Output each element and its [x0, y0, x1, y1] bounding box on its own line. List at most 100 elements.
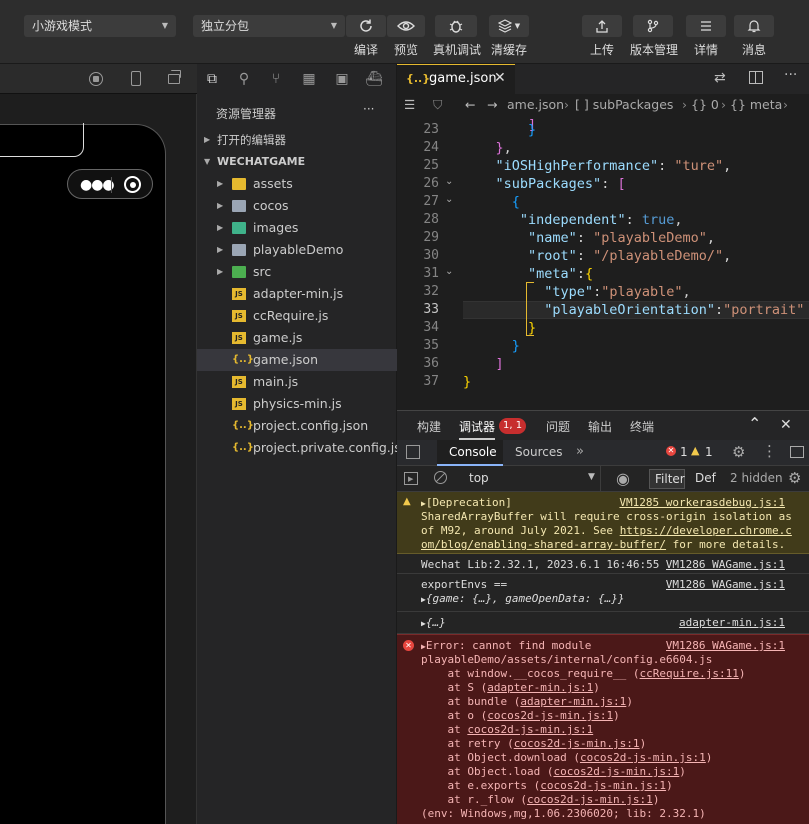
error-source-link[interactable]: VM1286 WAGame.js:1	[666, 639, 785, 653]
stack-frame-link[interactable]: adapter-min.js:1	[520, 695, 626, 708]
context-select[interactable]: top ▼	[461, 466, 601, 492]
tab-problems[interactable]: 问题	[546, 418, 570, 435]
stack-frame-link[interactable]: adapter-min.js:1	[487, 681, 593, 694]
crumb-file[interactable]: ame.json	[507, 94, 564, 116]
fold-icon[interactable]: ⌄	[445, 176, 453, 187]
file-tree-item[interactable]: {..} game.json	[197, 349, 397, 371]
record-icon[interactable]	[89, 72, 103, 86]
stack-frame-link[interactable]: cocos2d-js-min.js:1	[487, 709, 613, 722]
extensions-icon[interactable]: ▦	[294, 64, 324, 94]
search-icon[interactable]: ⚲	[229, 64, 259, 94]
sidebar-toggle-icon[interactable]: ▶	[404, 472, 418, 485]
stack-frame-link[interactable]: cocos2d-js-min.js:1	[580, 751, 706, 764]
stack-frame-link[interactable]: ccRequire.js:11	[640, 667, 739, 680]
crumb-index[interactable]: {} 0	[691, 94, 719, 116]
undock-icon[interactable]	[790, 446, 804, 458]
version-button[interactable]	[633, 15, 673, 37]
close-target-icon[interactable]	[124, 176, 141, 193]
env-object[interactable]: {game: {…}, gameOpenData: {…}}	[426, 592, 625, 605]
stack-frame-link[interactable]: cocos2d-js-min.js:1	[553, 765, 679, 778]
capsule-menu[interactable]: ●●●	[67, 169, 153, 199]
tab-console[interactable]: Console	[437, 440, 503, 466]
file-tree-item[interactable]: {..} project.private.config.js...	[197, 437, 397, 459]
inspect-icon[interactable]	[406, 445, 420, 459]
tab-build[interactable]: 构建	[417, 418, 441, 435]
object-preview[interactable]: {…}	[426, 616, 446, 629]
console-log-message[interactable]: ▶{…} adapter-min.js:1	[397, 612, 809, 634]
console-log-message[interactable]: Wechat Lib:2.32.1, 2023.6.1 16:46:55 VM1…	[397, 554, 809, 574]
settings-icon[interactable]: ⚙	[732, 443, 745, 461]
file-tree-item[interactable]: JS main.js	[197, 371, 397, 393]
chevron-up-icon[interactable]: ⌃	[748, 414, 761, 433]
crumb-meta[interactable]: {} meta	[730, 94, 782, 116]
kebab-icon[interactable]: ⋮	[762, 442, 777, 460]
warning-count[interactable]: 1	[705, 445, 713, 459]
storage-icon[interactable]: ▣	[327, 64, 357, 94]
deprecation-source-link[interactable]: VM1285 workerasdebug.js:1	[619, 496, 785, 510]
stack-frame-link[interactable]: cocos2d-js-min.js:1	[540, 779, 666, 792]
tab-output[interactable]: 输出	[588, 418, 612, 435]
env-source-link[interactable]: VM1286 WAGame.js:1	[666, 578, 785, 592]
file-tree-item[interactable]: {..} project.config.json	[197, 415, 397, 437]
console-log-message[interactable]: exportEnvs == VM1286 WAGame.js:1 ▶{game:…	[397, 574, 809, 612]
tab-terminal[interactable]: 终端	[630, 418, 654, 435]
subpackage-select[interactable]: 独立分包 ▼	[193, 15, 345, 37]
level-select[interactable]: Def	[695, 471, 716, 485]
stack-frame-link[interactable]: cocos2d-js-min.js:1	[467, 723, 593, 736]
stack-frame-link[interactable]: cocos2d-js-min.js:1	[527, 793, 653, 806]
close-panel-icon[interactable]: ✕	[780, 417, 792, 433]
deprecation-url-link-cont[interactable]: om/blog/enabling-shared-array-buffer/	[421, 538, 666, 551]
file-tree-item[interactable]: JS physics-min.js	[197, 393, 397, 415]
details-button[interactable]	[686, 15, 726, 37]
phone-icon[interactable]	[131, 71, 141, 86]
messages-button[interactable]	[734, 15, 774, 37]
crumb-subpackages[interactable]: [ ] subPackages	[575, 94, 673, 116]
eye-icon[interactable]: ◉	[616, 469, 630, 488]
files-icon[interactable]: ⧉	[197, 64, 227, 94]
deprecation-url-link[interactable]: https://developer.chrome.c	[620, 524, 792, 537]
window-icon[interactable]	[168, 70, 181, 84]
filter-input[interactable]: Filter	[649, 469, 685, 489]
stack-frame-link[interactable]: cocos2d-js-min.js:1	[514, 737, 640, 750]
compile-button[interactable]	[346, 15, 386, 37]
compare-icon[interactable]: ⇄	[714, 70, 726, 86]
upload-button[interactable]	[582, 15, 622, 37]
file-tree-item[interactable]: ▶ assets	[197, 173, 397, 195]
fold-icon[interactable]: ⌄	[445, 266, 453, 277]
file-tree-item[interactable]: ▶ playableDemo	[197, 239, 397, 261]
close-icon[interactable]: ✕	[494, 70, 506, 86]
more-icon[interactable]: ···	[363, 102, 374, 116]
clear-cache-button[interactable]: ▼	[489, 15, 529, 37]
file-tree-item[interactable]: ▶ images	[197, 217, 397, 239]
phone-screen[interactable]: ●●●	[0, 123, 166, 824]
preview-button[interactable]	[387, 15, 425, 37]
bookmark-icon[interactable]: ⛉	[433, 94, 442, 116]
docker-icon[interactable]: ⛴	[359, 64, 389, 94]
error-count[interactable]: 1	[680, 445, 688, 459]
console-warning-message[interactable]: ▲ ▶[Deprecation] VM1285 workerasdebug.js…	[397, 492, 809, 554]
lib-source-link[interactable]: VM1286 WAGame.js:1	[666, 558, 785, 572]
console-error-message[interactable]: ✕ ▶Error: cannot find module VM1286 WAGa…	[397, 634, 809, 824]
tab-game-json[interactable]: {..} game.json ✕	[397, 64, 515, 94]
list-icon[interactable]: ☰	[404, 94, 415, 116]
file-tree-item[interactable]: JS game.js	[197, 327, 397, 349]
clear-console-icon[interactable]	[434, 471, 447, 484]
more-actions-icon[interactable]: ···	[784, 67, 797, 83]
mode-select[interactable]: 小游戏模式 ▼	[24, 15, 176, 37]
file-tree-item[interactable]: JS adapter-min.js	[197, 283, 397, 305]
file-tree-item[interactable]: ▶ src	[197, 261, 397, 283]
open-editors-section[interactable]: ▶ 打开的编辑器	[197, 129, 397, 151]
console-settings-icon[interactable]: ⚙	[788, 469, 801, 487]
fold-icon[interactable]: ⌄	[445, 194, 453, 205]
file-tree-item[interactable]: ▶ cocos	[197, 195, 397, 217]
git-icon[interactable]: ⑂	[261, 64, 291, 94]
object-source-link[interactable]: adapter-min.js:1	[679, 616, 785, 630]
file-tree-item[interactable]: JS ccRequire.js	[197, 305, 397, 327]
tab-debugger[interactable]: 调试器	[459, 418, 495, 435]
more-tabs-icon[interactable]: »	[576, 444, 584, 459]
back-icon[interactable]: ←	[465, 94, 475, 116]
forward-icon[interactable]: →	[487, 94, 497, 116]
device-debug-button[interactable]	[435, 15, 477, 37]
tab-sources[interactable]: Sources	[515, 445, 562, 459]
more-dots-icon[interactable]: ●●●	[80, 177, 115, 193]
